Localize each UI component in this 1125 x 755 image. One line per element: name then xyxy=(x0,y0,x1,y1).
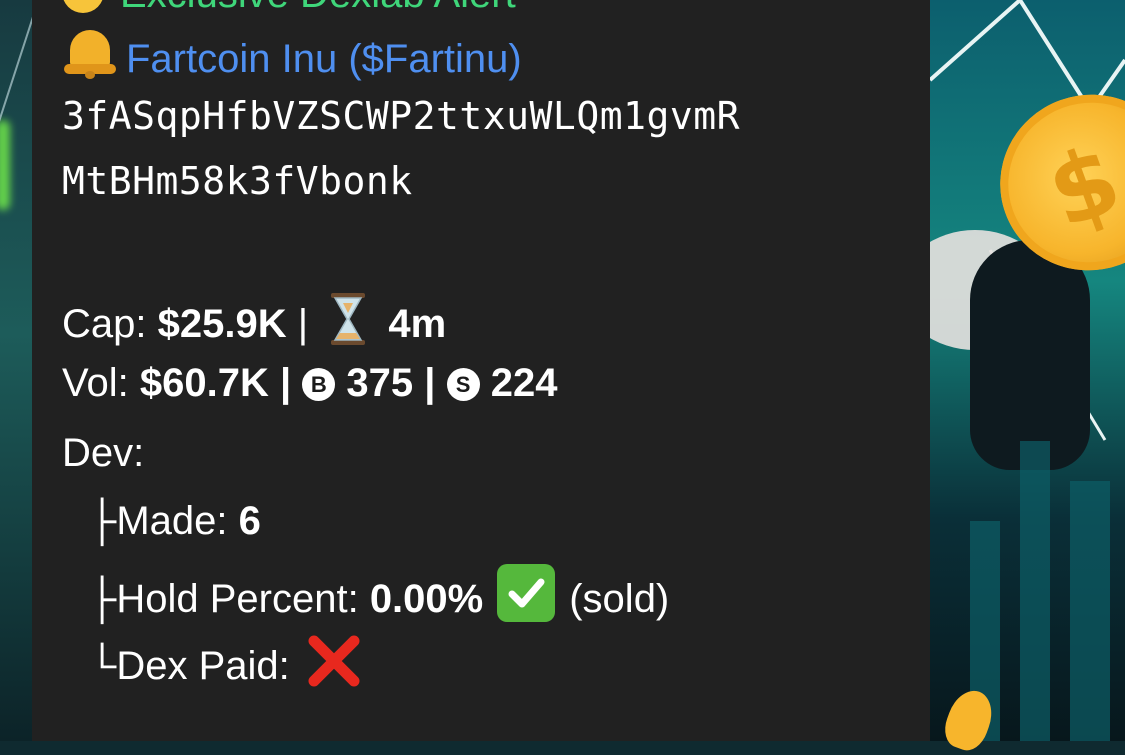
separator: | xyxy=(424,361,436,405)
wallpaper-figure xyxy=(970,240,1090,470)
buys-value: 375 xyxy=(346,361,414,405)
tree-branch: ├ xyxy=(88,577,117,621)
wallpaper-line xyxy=(0,0,32,127)
wallpaper-green-streak xyxy=(0,120,10,210)
hold-note: (sold) xyxy=(569,577,670,621)
chat-wallpaper-left xyxy=(0,0,32,741)
tree-branch: └ xyxy=(88,644,117,688)
dex-paid-label: Dex Paid: xyxy=(116,644,290,688)
buys-circle-b-icon: B xyxy=(302,368,336,401)
token-address-line-1[interactable]: 3fASqpHfbVZSCWP2ttxuWLQm1gvmR xyxy=(62,92,740,140)
separator: | xyxy=(279,361,292,405)
bell-icon xyxy=(62,26,118,79)
alert-title: Exclusive Dexlab Alert xyxy=(120,0,516,16)
age-value: 4m xyxy=(388,302,447,346)
cap-row: Cap: $25.9K | 4m xyxy=(62,293,446,348)
token-name-link[interactable]: Fartcoin Inu ($Fartinu) xyxy=(126,37,522,81)
hold-label: Hold Percent: xyxy=(116,577,359,621)
dev-dex-row: └Dex Paid: xyxy=(88,631,364,691)
cap-label: Cap: xyxy=(62,302,147,346)
dev-label: Dev: xyxy=(62,431,145,475)
dev-made-row: ├Made: 6 xyxy=(88,497,261,545)
message-bubble[interactable]: Exclusive Dexlab Alert Fartcoin Inu ($Fa… xyxy=(32,0,930,741)
sells-circle-s-icon: S xyxy=(446,368,480,401)
token-name-row: Fartcoin Inu ($Fartinu) xyxy=(62,26,522,83)
sells-value: 224 xyxy=(490,361,558,405)
volume-row: Vol: $60.7K | B 375 | S 224 xyxy=(62,359,557,407)
made-value: 6 xyxy=(238,499,261,543)
separator: | xyxy=(297,302,309,346)
coin-emoji-icon xyxy=(62,0,104,13)
hold-value: 0.00% xyxy=(369,577,484,621)
cap-value: $25.9K xyxy=(157,302,287,346)
made-label: Made: xyxy=(116,499,228,543)
vol-label: Vol: xyxy=(62,361,129,405)
tree-branch: ├ xyxy=(88,499,117,543)
token-address-line-2[interactable]: MtBHm58k3fVbonk xyxy=(62,157,413,205)
alert-title-row: Exclusive Dexlab Alert xyxy=(62,0,516,18)
dev-hold-row: ├Hold Percent: 0.00% (sold) xyxy=(88,564,669,623)
vol-value: $60.7K xyxy=(139,361,269,405)
hourglass-icon xyxy=(331,293,366,345)
check-mark-icon xyxy=(497,564,556,622)
cross-mark-icon xyxy=(308,635,360,687)
